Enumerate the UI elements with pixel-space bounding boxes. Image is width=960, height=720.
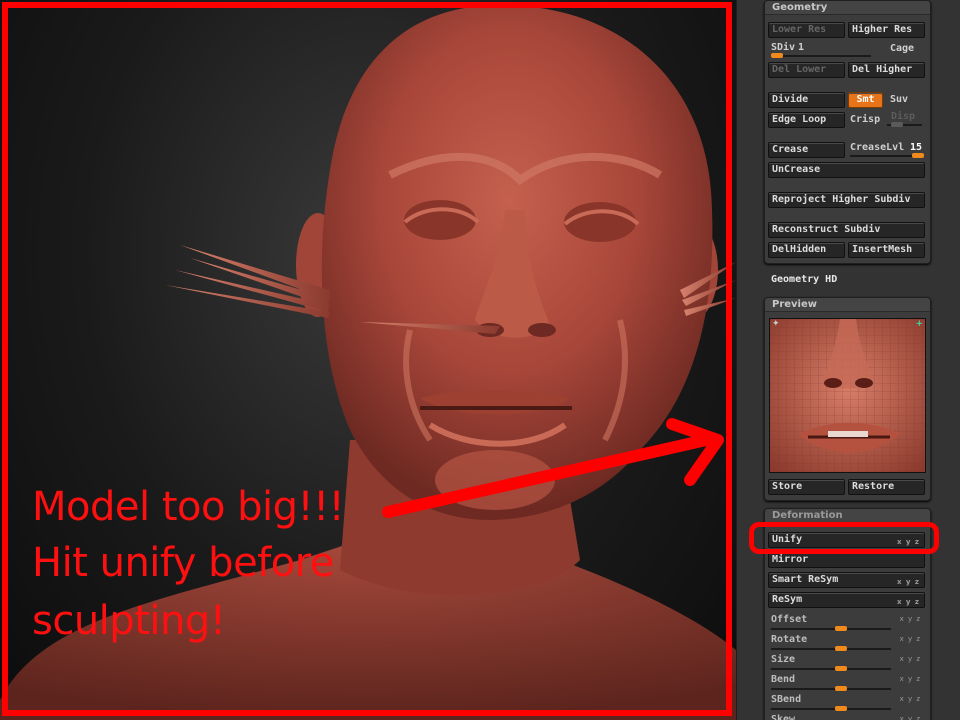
deformation-slider-label: Rotate bbox=[771, 634, 808, 645]
restore-button[interactable]: Restore bbox=[848, 479, 925, 495]
disp-slider[interactable]: Disp bbox=[891, 111, 915, 122]
deformation-slider-offset[interactable]: Offset x y z bbox=[768, 612, 925, 632]
del-higher-button[interactable]: Del Higher bbox=[848, 62, 925, 78]
higher-res-button[interactable]: Higher Res bbox=[848, 22, 925, 38]
uncrease-button[interactable]: UnCrease bbox=[768, 162, 925, 178]
deformation-slider-knob[interactable] bbox=[835, 626, 847, 631]
suv-toggle[interactable]: Suv bbox=[890, 94, 908, 105]
resym-axis-icons[interactable]: x y z bbox=[897, 595, 920, 607]
edge-loop-button[interactable]: Edge Loop bbox=[768, 112, 845, 128]
deformation-slider-bend[interactable]: Bend x y z bbox=[768, 672, 925, 692]
annotation-line-2: Hit unify before bbox=[32, 540, 334, 586]
disp-knob bbox=[891, 122, 903, 127]
reconstruct-subdiv-button[interactable]: Reconstruct Subdiv bbox=[768, 222, 925, 238]
deformation-slider-knob[interactable] bbox=[835, 686, 847, 691]
deformation-slider-track[interactable] bbox=[771, 646, 891, 651]
geometry-subpalette: Geometry Lower Res Higher Res SDiv 1 Cag… bbox=[764, 0, 931, 264]
sdiv-knob[interactable] bbox=[771, 53, 783, 58]
deformation-slider-skew[interactable]: Skew x y z bbox=[768, 712, 925, 720]
crease-level-label: CreaseLvl bbox=[850, 142, 905, 153]
annotation-line-1: Model too big!!! bbox=[32, 484, 345, 530]
sdiv-value: 1 bbox=[798, 42, 805, 53]
store-button[interactable]: Store bbox=[768, 479, 845, 495]
crease-level-value: 15 bbox=[910, 142, 923, 153]
lower-res-button[interactable]: Lower Res bbox=[768, 22, 845, 38]
deformation-slider-track[interactable] bbox=[771, 706, 891, 711]
deformation-slider-axis-icons[interactable]: x y z bbox=[900, 715, 921, 720]
mirror-button[interactable]: Mirror bbox=[768, 552, 925, 568]
cage-button[interactable]: Cage bbox=[890, 43, 914, 54]
document-viewport[interactable]: Model too big!!! Hit unify before sculpt… bbox=[0, 0, 736, 720]
unify-button[interactable]: Unify x y z bbox=[768, 532, 925, 548]
deformation-slider-knob[interactable] bbox=[835, 706, 847, 711]
del-lower-button[interactable]: Del Lower bbox=[768, 62, 845, 78]
deformation-subpalette: Deformation Unify x y z Mirror Smart ReS… bbox=[764, 508, 931, 720]
smart-resym-axis-icons[interactable]: x y z bbox=[897, 575, 920, 587]
crease-level-knob[interactable] bbox=[912, 153, 924, 158]
deformation-slider-rotate[interactable]: Rotate x y z bbox=[768, 632, 925, 652]
deformation-slider-axis-icons[interactable]: x y z bbox=[900, 635, 921, 643]
deformation-slider-axis-icons[interactable]: x y z bbox=[900, 675, 921, 683]
model-eye-left bbox=[404, 200, 476, 240]
preview-thumbnail[interactable]: ✦ + bbox=[769, 318, 926, 473]
deformation-slider-knob[interactable] bbox=[835, 666, 847, 671]
deformation-slider-track[interactable] bbox=[771, 686, 891, 691]
sdiv-label: SDiv bbox=[771, 42, 796, 53]
preview-rotate-icon[interactable]: ✦ bbox=[772, 319, 780, 329]
annotation-line-3: sculpting! bbox=[32, 598, 226, 644]
reproject-higher-subdiv-button[interactable]: Reproject Higher Subdiv bbox=[768, 192, 925, 208]
delhidden-button[interactable]: DelHidden bbox=[768, 242, 845, 258]
crisp-toggle[interactable]: Crisp bbox=[850, 114, 880, 125]
smart-resym-label: Smart ReSym bbox=[772, 574, 839, 585]
unify-axis-icons[interactable]: x y z bbox=[897, 535, 920, 547]
divide-button[interactable]: Divide bbox=[768, 92, 845, 108]
preview-subpalette: Preview ✦ + Store Restore bbox=[764, 297, 931, 501]
deformation-slider-axis-icons[interactable]: x y z bbox=[900, 615, 921, 623]
crease-button[interactable]: Crease bbox=[768, 142, 845, 158]
deformation-slider-label: Size bbox=[771, 654, 796, 665]
deformation-slider-label: Offset bbox=[771, 614, 808, 625]
deformation-slider-track[interactable] bbox=[771, 666, 891, 671]
smart-resym-button[interactable]: Smart ReSym x y z bbox=[768, 572, 925, 588]
disp-track bbox=[887, 122, 922, 127]
deformation-slider-track[interactable] bbox=[771, 626, 891, 631]
deformation-slider-label: Skew bbox=[771, 714, 796, 720]
geometry-hd-subpalette[interactable]: Geometry HD bbox=[771, 274, 837, 285]
deformation-slider-label: SBend bbox=[771, 694, 802, 705]
resym-button[interactable]: ReSym x y z bbox=[768, 592, 925, 608]
preview-title[interactable]: Preview bbox=[765, 298, 930, 312]
deformation-slider-axis-icons[interactable]: x y z bbox=[900, 695, 921, 703]
smt-toggle[interactable]: Smt bbox=[848, 92, 883, 108]
deformation-slider-label: Bend bbox=[771, 674, 796, 685]
model-eye-right bbox=[564, 202, 636, 242]
deformation-slider-axis-icons[interactable]: x y z bbox=[900, 655, 921, 663]
resym-label: ReSym bbox=[772, 594, 803, 605]
deformation-title[interactable]: Deformation bbox=[765, 509, 930, 523]
deformation-slider-size[interactable]: Size x y z bbox=[768, 652, 925, 672]
crease-level-slider[interactable]: CreaseLvl 15 bbox=[848, 141, 926, 159]
unify-label: Unify bbox=[772, 534, 803, 545]
geometry-title[interactable]: Geometry bbox=[765, 1, 930, 15]
deformation-slider-sbend[interactable]: SBend x y z bbox=[768, 692, 925, 712]
tool-palette: Geometry Lower Res Higher Res SDiv 1 Cag… bbox=[736, 0, 960, 720]
preview-add-icon[interactable]: + bbox=[915, 319, 923, 329]
insertmesh-button[interactable]: InsertMesh bbox=[848, 242, 925, 258]
deformation-slider-knob[interactable] bbox=[835, 646, 847, 651]
